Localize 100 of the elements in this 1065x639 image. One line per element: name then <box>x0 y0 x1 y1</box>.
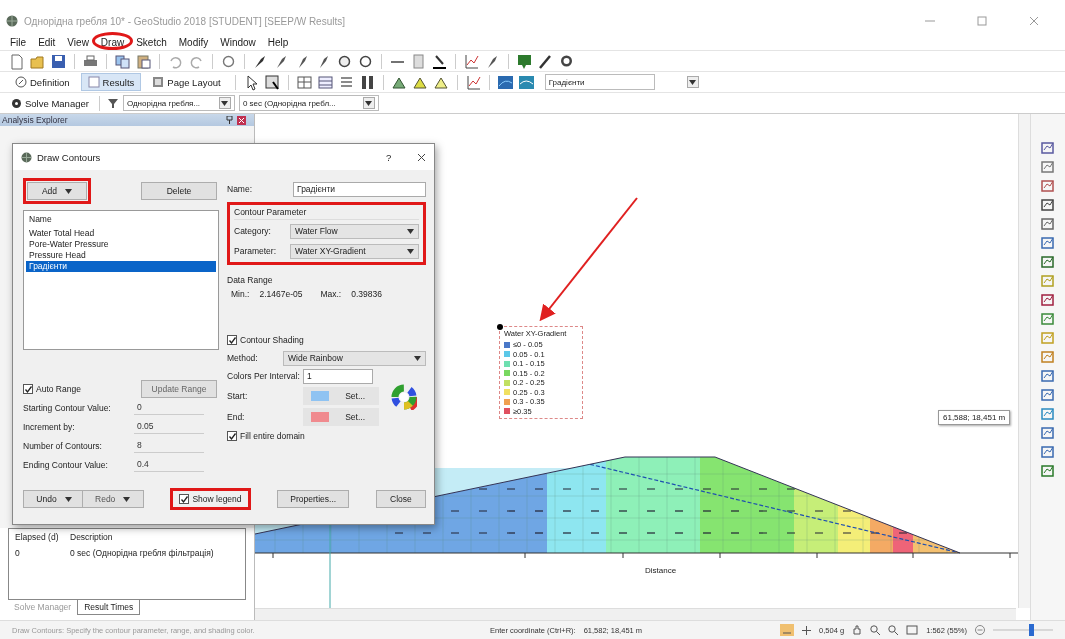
list-item[interactable]: Pore-Water Pressure <box>26 239 216 250</box>
add-button[interactable]: Add <box>27 182 87 200</box>
caret-icon <box>407 228 414 234</box>
shape-icon[interactable] <box>1041 425 1055 439</box>
fit-icon[interactable] <box>906 625 919 635</box>
delete-button[interactable]: Delete <box>141 182 217 200</box>
close-icon[interactable] <box>417 152 426 162</box>
analysis-dropdown[interactable]: Однорідна гребля... <box>122 95 235 111</box>
menu-item[interactable]: Modify <box>178 36 209 48</box>
shape-icon[interactable] <box>1041 463 1055 477</box>
list-item[interactable]: Water Total Head <box>26 228 216 239</box>
field-label: Start: <box>227 390 249 401</box>
checkbox[interactable] <box>179 494 190 504</box>
shape-icon[interactable] <box>1041 387 1055 401</box>
view-tab[interactable]: Page Layout <box>145 73 228 91</box>
check-mark-icon <box>23 384 33 394</box>
graph-icon[interactable] <box>463 52 480 70</box>
checkbox[interactable] <box>23 384 33 394</box>
copy-icon[interactable] <box>114 52 131 70</box>
list-item[interactable]: Градієнти <box>26 261 216 272</box>
select-icon[interactable] <box>263 73 281 91</box>
graph-icon[interactable] <box>1041 235 1055 249</box>
table-cell: 0 sec (Однорідна гребля фільтрація) <box>70 548 214 558</box>
filter-icon <box>106 97 119 109</box>
caret-icon <box>365 100 373 106</box>
table-cell-text: 0 <box>15 548 21 558</box>
zoom-slider-drawing[interactable] <box>993 624 1053 636</box>
graph-icon[interactable] <box>464 73 482 91</box>
caret-icon <box>65 188 73 194</box>
axis-label: Distance <box>645 566 677 575</box>
horizontal-scrollbar[interactable] <box>255 608 1016 620</box>
menu-item[interactable]: View <box>67 36 89 48</box>
chart-icon[interactable] <box>1041 140 1055 154</box>
plus-icon[interactable] <box>802 625 812 635</box>
window-title: Однорідна гребля 10* - GeoStudio 2018 [STUDENT] [SEEP/W Results] <box>24 15 346 27</box>
menu-item[interactable]: Window <box>220 36 256 48</box>
checkbox[interactable] <box>227 335 237 345</box>
parameter-dropdown[interactable]: Water XY-Gradient <box>290 243 419 259</box>
zoom-out-icon[interactable] <box>888 625 899 635</box>
close-button[interactable]: Close <box>375 490 426 508</box>
checkbox-label: Show legend <box>192 494 242 504</box>
zoom-in-icon[interactable] <box>870 625 881 635</box>
help-button[interactable]: ? <box>386 151 412 163</box>
properties-button[interactable]: Properties... <box>277 490 350 508</box>
contour-icon[interactable] <box>517 73 535 91</box>
caret-icon <box>689 79 697 85</box>
close-icon[interactable] <box>237 115 246 125</box>
menu-item[interactable]: Help <box>267 36 289 48</box>
shape-icon[interactable] <box>1041 368 1055 382</box>
field-label: Method: <box>227 353 259 363</box>
view-tab[interactable]: Results <box>80 73 142 91</box>
chat-icon[interactable] <box>516 52 533 70</box>
caret-icon <box>221 100 229 106</box>
colors-per-interval-field[interactable]: 1 <box>303 368 373 384</box>
menu-item[interactable]: Draw <box>100 36 125 48</box>
field-label: End: <box>227 411 246 422</box>
shape-icon[interactable] <box>1041 254 1055 268</box>
vertical-scrollbar[interactable] <box>1018 114 1030 608</box>
snap-icon[interactable] <box>780 624 795 636</box>
gear-icon <box>11 97 22 109</box>
color-wheel-icon <box>391 384 417 410</box>
dropdown-button[interactable] <box>686 76 699 88</box>
view-tab[interactable]: Definition <box>8 73 77 91</box>
column-header: Description <box>70 532 113 542</box>
table-row[interactable]: 0 0 sec (Однорідна гребля фільтрація) <box>9 545 245 561</box>
app-logo-icon <box>21 151 32 163</box>
save-icon[interactable] <box>50 52 67 70</box>
update-range-button[interactable]: Update Range <box>141 380 217 398</box>
shape-icon[interactable] <box>1041 311 1055 325</box>
selection-handle[interactable] <box>497 324 503 330</box>
time-dropdown[interactable]: 0 sec (Однорідна гребл... <box>238 95 379 111</box>
redo-button[interactable]: Redo <box>81 490 144 508</box>
results-icon <box>87 76 100 88</box>
solve-manager-button[interactable]: Solve Manager <box>8 97 92 109</box>
field-label: Starting Contour Value: <box>23 402 112 413</box>
menu-item[interactable]: Sketch <box>136 36 167 48</box>
pencil-icon <box>15 76 27 88</box>
app-logo-icon <box>6 15 18 27</box>
table-icon[interactable] <box>316 73 334 91</box>
undo-button[interactable]: Undo <box>23 490 85 508</box>
field-label: Name: <box>227 184 254 194</box>
grid-icon[interactable] <box>295 73 313 91</box>
list-item[interactable]: Pressure Head <box>26 250 216 261</box>
paste-icon[interactable] <box>135 52 152 70</box>
panel-tab[interactable]: Result Times <box>77 600 141 615</box>
shape-icon[interactable] <box>1041 178 1055 192</box>
method-dropdown[interactable]: Wide Rainbow <box>283 350 426 366</box>
shape-icon[interactable] <box>1041 349 1055 363</box>
shape-icon[interactable] <box>1041 159 1055 173</box>
minus-icon[interactable] <box>975 625 985 635</box>
contour-icon[interactable] <box>496 73 514 91</box>
field-label: Ending Contour Value: <box>23 459 109 470</box>
name-field[interactable]: Градієнти <box>293 181 426 197</box>
checkbox[interactable] <box>227 431 237 441</box>
category-dropdown[interactable]: Water Flow <box>290 223 419 239</box>
menu-item[interactable]: Edit <box>38 36 56 48</box>
menu-item[interactable]: File <box>10 36 27 48</box>
contour-dropdown[interactable]: Градієнти <box>544 74 655 90</box>
field-label: Category: <box>234 226 272 236</box>
field-label: Colors Per Interval: <box>227 371 297 381</box>
